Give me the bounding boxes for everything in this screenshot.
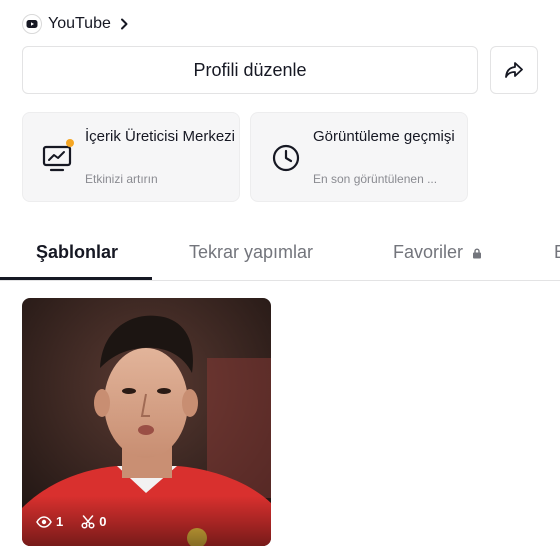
clock-icon (272, 144, 300, 172)
watch-history-subtitle: En son görüntülenen ... (313, 172, 438, 186)
watch-history-title: Görüntüleme geçmişi (313, 128, 455, 145)
lock-icon (473, 248, 482, 259)
edit-profile-button[interactable]: Profili düzenle (22, 46, 478, 94)
tab-templates[interactable]: Şablonlar (36, 242, 118, 263)
active-tab-indicator (0, 277, 152, 280)
remakes-count: 0 (99, 514, 107, 529)
eye-icon (36, 515, 52, 528)
remakes-stat: 0 (81, 514, 106, 529)
tab-favorites[interactable]: Favoriler (393, 242, 482, 263)
youtube-link[interactable]: YouTube (22, 12, 131, 36)
scissors-icon (81, 514, 95, 529)
creator-center-title: İçerik Üreticisi Merkezi (85, 128, 236, 145)
chevron-right-icon (120, 18, 128, 30)
creator-center-card[interactable]: İçerik Üreticisi Merkezi Etkinizi artırı… (22, 112, 240, 202)
share-icon (505, 62, 523, 78)
creator-center-subtitle: Etkinizi artırın (85, 172, 158, 186)
views-stat: 1 (36, 514, 63, 529)
tab-remakes[interactable]: Tekrar yapımlar (189, 242, 313, 263)
template-stats: 1 0 (36, 514, 106, 529)
views-count: 1 (56, 514, 64, 529)
share-profile-button[interactable] (490, 46, 538, 94)
watch-history-card[interactable]: Görüntüleme geçmişi En son görüntülenen … (250, 112, 468, 202)
tab-partial[interactable]: B (554, 242, 560, 263)
template-thumbnail[interactable] (22, 298, 271, 546)
youtube-icon (22, 14, 42, 34)
tab-favorites-label: Favoriler (393, 242, 464, 262)
youtube-label: YouTube (48, 15, 111, 32)
notification-dot (66, 139, 74, 147)
profile-tabs: Şablonlar Tekrar yapımlar Favoriler B (0, 220, 560, 281)
